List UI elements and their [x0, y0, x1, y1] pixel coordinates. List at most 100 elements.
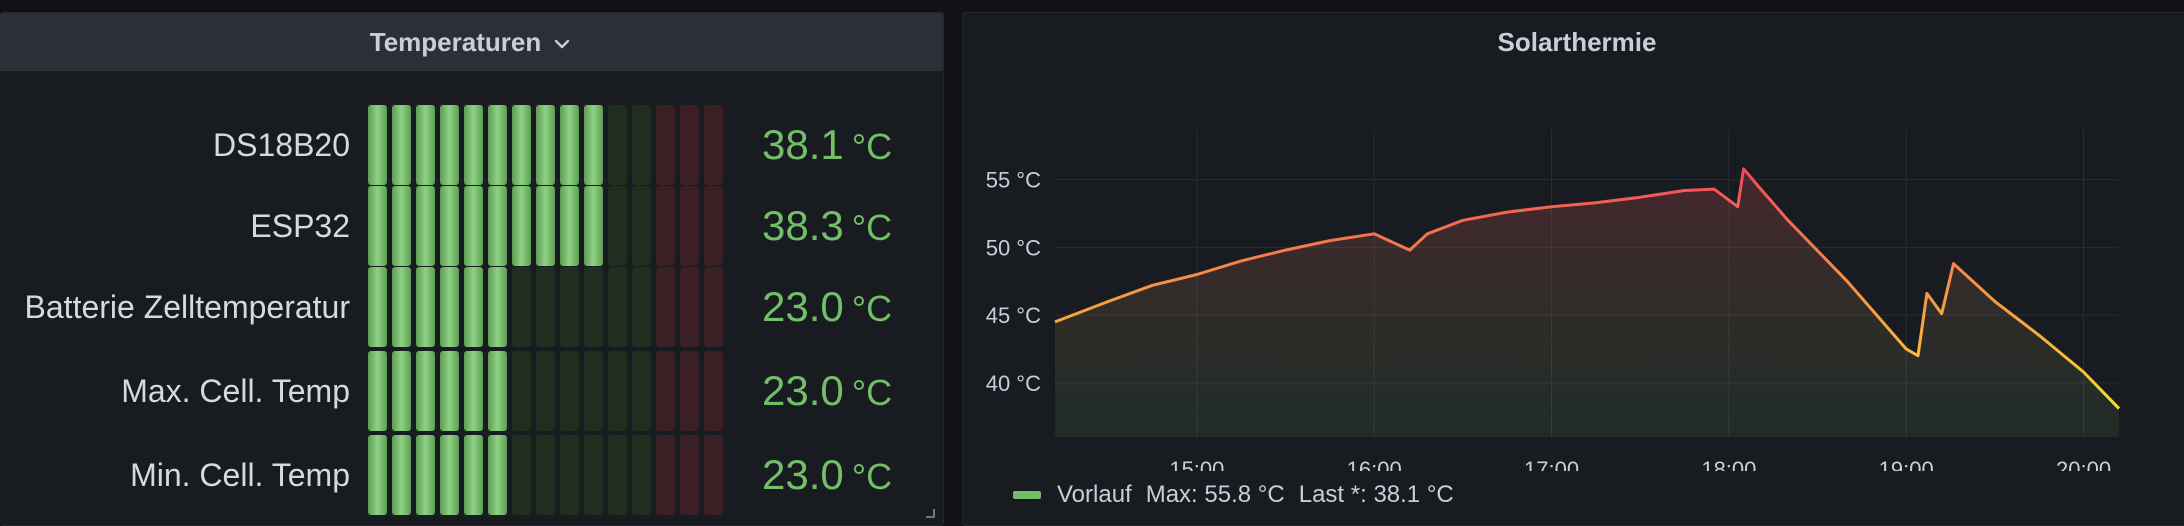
x-tick-label: 15:00 — [1169, 457, 1224, 471]
series-area-vorlauf — [1055, 168, 2119, 438]
legend-series-name[interactable]: Vorlauf — [1057, 481, 1132, 509]
y-axis: 40 °C 45 °C 50 °C 55 °C — [986, 168, 1041, 396]
legend-last-value: 38.1 °C — [1373, 481, 1454, 508]
legend-swatch[interactable] — [1013, 491, 1041, 499]
value-number: 38.3 — [762, 202, 844, 249]
gauge-segment — [416, 435, 435, 515]
gauge-segment — [680, 267, 699, 347]
gauge-segment — [704, 351, 723, 431]
value-number: 23.0 — [762, 283, 844, 330]
gauge-segment — [584, 351, 603, 431]
gauge-segment — [584, 267, 603, 347]
gauge-segment — [488, 105, 507, 185]
temperatures-panel-title: Temperaturen — [369, 26, 542, 57]
gauge-segment — [392, 435, 411, 515]
gauge-segment — [368, 351, 387, 431]
x-tick-label: 19:00 — [1879, 457, 1934, 471]
bar-gauge-row-min-cell-temp: Min. Cell. Temp 23.0 °C — [0, 435, 943, 515]
gauge-segment — [680, 351, 699, 431]
row-value: 23.0 °C — [762, 435, 892, 515]
gauge-segment — [560, 435, 579, 515]
gauge-bar — [368, 186, 728, 266]
gauge-segment — [368, 186, 387, 266]
row-label: Min. Cell. Temp — [130, 457, 350, 493]
gauge-segment — [512, 351, 531, 431]
gauge-segment — [680, 105, 699, 185]
chevron-down-icon[interactable] — [551, 31, 573, 53]
gauge-segment — [656, 351, 675, 431]
gauge-segment — [488, 435, 507, 515]
resize-handle-icon[interactable] — [923, 505, 935, 518]
solarthermie-panel-header[interactable]: Solarthermie — [963, 13, 2184, 71]
gauge-segment — [584, 435, 603, 515]
gauge-segment — [368, 105, 387, 185]
temperatures-panel-header[interactable]: Temperaturen — [0, 13, 943, 71]
gauge-segment — [632, 186, 651, 266]
gauge-segment — [536, 435, 555, 515]
gauge-segment — [560, 105, 579, 185]
gauge-segment — [656, 186, 675, 266]
gauge-segment — [488, 351, 507, 431]
y-tick-label: 45 °C — [986, 303, 1041, 328]
gauge-segment — [632, 105, 651, 185]
gauge-segment — [464, 351, 483, 431]
gauge-segment — [560, 186, 579, 266]
row-value: 38.1 °C — [762, 105, 892, 185]
temperatures-panel: Temperaturen DS18B20 38.1 °C ESP32 38.3 °C… — [0, 12, 944, 526]
legend-last-label: Last *: — [1298, 481, 1367, 508]
gauge-segment — [416, 351, 435, 431]
value-number: 23.0 — [762, 367, 844, 414]
value-number: 23.0 — [762, 451, 844, 498]
gauge-segment — [416, 105, 435, 185]
gauge-segment — [704, 267, 723, 347]
gauge-segment — [632, 435, 651, 515]
gauge-segment — [464, 267, 483, 347]
gauge-bar — [368, 267, 728, 347]
legend-max-label: Max: — [1145, 481, 1198, 508]
timeseries-chart[interactable]: 40 °C 45 °C 50 °C 55 °C 15:00 16:00 17:00 18:0… — [963, 71, 2184, 471]
bar-gauge-row-max-cell-temp: Max. Cell. Temp 23.0 °C — [0, 351, 943, 431]
legend-max-value: 55.8 °C — [1204, 481, 1285, 508]
bar-gauge-row-ds18b20: DS18B20 38.1 °C — [0, 105, 943, 185]
gauge-segment — [608, 186, 627, 266]
gauge-segment — [680, 186, 699, 266]
gauge-segment — [512, 105, 531, 185]
gauge-segment — [368, 435, 387, 515]
gauge-segment — [440, 267, 459, 347]
gauge-segment — [440, 186, 459, 266]
row-value: 38.3 °C — [762, 186, 892, 266]
row-label: Batterie Zelltemperatur — [24, 289, 350, 325]
gauge-segment — [536, 105, 555, 185]
gauge-segment — [608, 267, 627, 347]
gauge-segment — [632, 267, 651, 347]
gauge-segment — [584, 105, 603, 185]
gauge-segment — [560, 267, 579, 347]
value-unit: °C — [851, 207, 893, 248]
chart-legend[interactable]: Vorlauf Max: 55.8 °C Last *: 38.1 °C — [1013, 477, 1454, 513]
gauge-segment — [608, 351, 627, 431]
gauge-segment — [704, 435, 723, 515]
value-unit: °C — [851, 126, 893, 167]
row-label: Max. Cell. Temp — [121, 373, 350, 409]
x-tick-label: 20:00 — [2056, 457, 2111, 471]
value-unit: °C — [851, 372, 893, 413]
gauge-segment — [632, 351, 651, 431]
gauge-segment — [392, 105, 411, 185]
gauge-segment — [392, 267, 411, 347]
y-tick-label: 55 °C — [986, 168, 1041, 193]
row-value: 23.0 °C — [762, 267, 892, 347]
gauge-segment — [464, 435, 483, 515]
gauge-bar — [368, 351, 728, 431]
gauge-segment — [536, 267, 555, 347]
gauge-segment — [704, 105, 723, 185]
gauge-bar — [368, 435, 728, 515]
bar-gauge-row-esp32: ESP32 38.3 °C — [0, 186, 943, 266]
solarthermie-panel-title: Solarthermie — [1497, 26, 1657, 57]
bar-gauge-row-batterie-zelltemperatur: Batterie Zelltemperatur 23.0 °C — [0, 267, 943, 347]
gauge-segment — [464, 186, 483, 266]
gauge-bar — [368, 105, 728, 185]
gauge-segment — [440, 351, 459, 431]
gauge-segment — [656, 267, 675, 347]
gauge-segment — [560, 351, 579, 431]
gauge-segment — [512, 186, 531, 266]
